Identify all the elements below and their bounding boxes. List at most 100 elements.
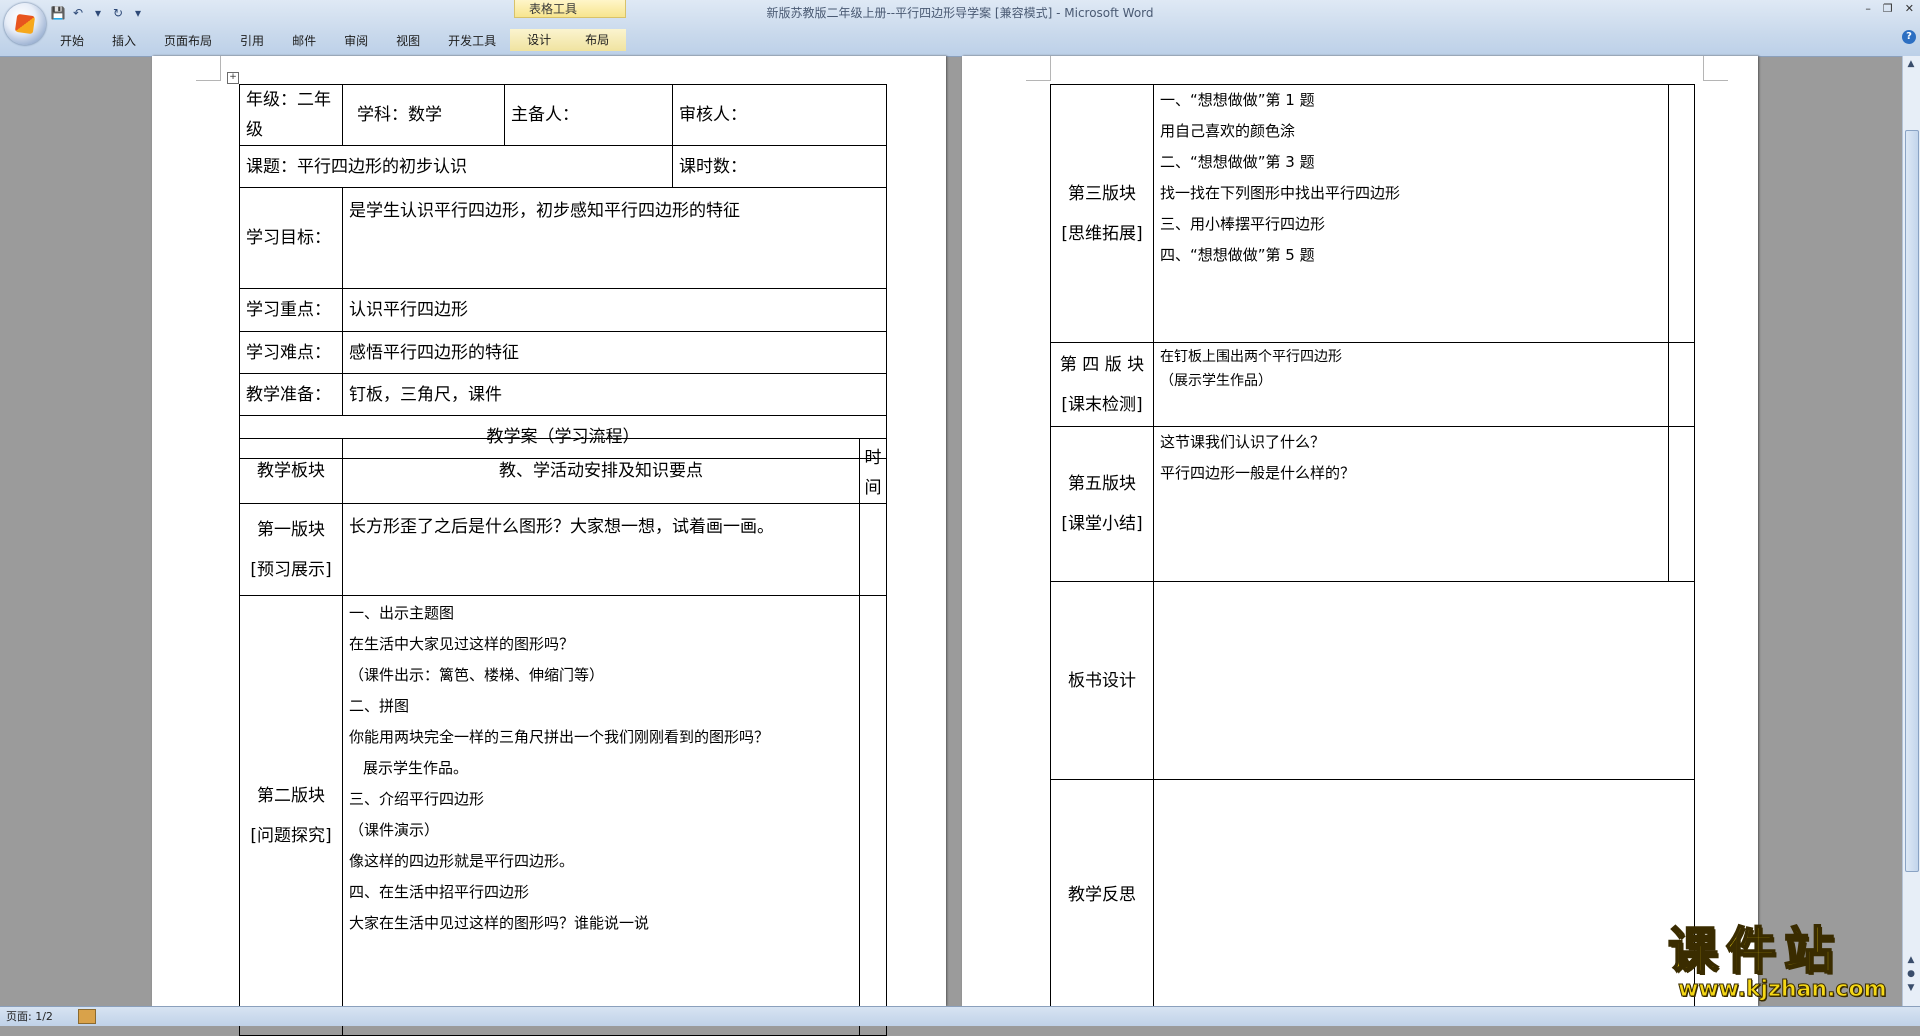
- board-design-content[interactable]: [1153, 581, 1695, 780]
- tab-page-layout[interactable]: 页面布局: [150, 32, 226, 49]
- goal-label: 学习目标：: [239, 187, 343, 289]
- block2-content[interactable]: 一、出示主题图 在生活中大家见过这样的图形吗？ （课件出示：篱笆、楼梯、伸缩门等…: [342, 595, 860, 1036]
- block1-time[interactable]: [859, 503, 887, 596]
- subject-cell[interactable]: 学科：数学: [342, 84, 505, 146]
- block3-content[interactable]: 一、“想想做做”第 1 题 用自己喜欢的颜色涂 二、“想想做做”第 3 题 找一…: [1153, 84, 1669, 343]
- block4-name: 第 四 版 块: [1059, 354, 1145, 375]
- watermark-brand: 课件站: [1667, 921, 1842, 980]
- block5-line: 这节课我们认识了什么？: [1160, 433, 1326, 451]
- reviewer-cell[interactable]: 审核人：: [672, 84, 887, 146]
- next-page-icon[interactable]: ▼: [1905, 982, 1917, 994]
- col-activities-header: 教、学活动安排及知识要点: [342, 438, 860, 504]
- grade-cell[interactable]: 年级：二年级: [239, 84, 343, 146]
- scrollbar-thumb[interactable]: [1905, 130, 1919, 872]
- watermark-url: www.kjzhan.com: [1678, 977, 1888, 1002]
- periods-cell[interactable]: 课时数：: [672, 145, 887, 188]
- scroll-up-icon[interactable]: ▲: [1905, 58, 1917, 70]
- block2-line: 你能用两块完全一样的三角尺拼出一个我们刚刚看到的图形吗？: [349, 728, 770, 746]
- tab-review[interactable]: 审阅: [330, 32, 382, 49]
- watermark-logo: 课件站 www.kjzhan.com: [1667, 921, 1898, 1004]
- block5-name-cell[interactable]: 第五版块 [课堂小结]: [1050, 426, 1154, 582]
- board-design-label: 板书设计: [1050, 581, 1154, 780]
- block3-line: 二、“想想做做”第 3 题: [1160, 153, 1315, 171]
- block3-name-cell[interactable]: 第三版块 [思维拓展]: [1050, 84, 1154, 343]
- margin-corner-mark: [1703, 56, 1728, 81]
- restore-icon[interactable]: ❐: [1883, 2, 1893, 15]
- block4-sub: [课末检测]: [1061, 394, 1143, 415]
- tab-insert[interactable]: 插入: [98, 32, 150, 49]
- block3-line: 用自己喜欢的颜色涂: [1160, 122, 1296, 140]
- lesson-plan-table-page2: 第三版块 [思维拓展] 一、“想想做做”第 1 题 用自己喜欢的颜色涂 二、“想…: [1050, 84, 1695, 1010]
- tab-home[interactable]: 开始: [46, 32, 98, 49]
- tab-references[interactable]: 引用: [226, 32, 278, 49]
- prep-label: 教学准备：: [239, 373, 343, 416]
- col-block-header: 教学板块: [239, 438, 343, 504]
- status-bar: 页面: 1/2: [0, 1006, 1920, 1026]
- ribbon-tabs: 开始 插入 页面布局 引用 邮件 审阅 视图 开发工具 设计 布局: [46, 28, 627, 52]
- block5-name: 第五版块: [1068, 474, 1136, 494]
- block5-sub: [课堂小结]: [1061, 514, 1143, 534]
- block2-line: 四、在生活中招平行四边形: [349, 883, 530, 901]
- block4-content[interactable]: 在钉板上围出两个平行四边形 （展示学生作品）: [1153, 342, 1669, 427]
- title-bar: 💾 ↶ ▾ ↻ ▾ 表格工具 新版苏教版二年级上册--平行四边形导学案 [兼容模…: [0, 0, 1920, 57]
- block1-name-cell[interactable]: 第一版块 [预习展示]: [239, 503, 343, 596]
- tab-mailings[interactable]: 邮件: [278, 32, 330, 49]
- page-indicator[interactable]: 页面: 1/2: [6, 1007, 53, 1026]
- block3-line: 一、“想想做做”第 1 题: [1160, 91, 1315, 109]
- block3-line: 四、“想想做做”第 5 题: [1160, 246, 1315, 264]
- minimize-icon[interactable]: –: [1865, 2, 1871, 15]
- block5-time[interactable]: [1668, 426, 1695, 582]
- browse-object-icon[interactable]: ●: [1905, 968, 1917, 980]
- reflection-content[interactable]: [1153, 779, 1695, 1010]
- previous-page-icon[interactable]: ▲: [1905, 954, 1917, 966]
- block3-sub: [思维拓展]: [1061, 223, 1143, 244]
- help-icon[interactable]: ?: [1902, 30, 1916, 44]
- tab-view[interactable]: 视图: [382, 32, 434, 49]
- block2-line: 大家在生活中见过这样的图形吗？谁能说一说: [349, 914, 650, 932]
- block1-sub: [预习展示]: [250, 559, 332, 580]
- block1-text[interactable]: 长方形歪了之后是什么图形？大家想一想，试着画一画。: [342, 503, 860, 596]
- block2-line: 在生活中大家见过这样的图形吗？: [349, 635, 575, 653]
- window-title: 新版苏教版二年级上册--平行四边形导学案 [兼容模式] - Microsoft …: [766, 6, 1154, 20]
- tab-developer[interactable]: 开发工具: [434, 32, 510, 49]
- block5-line: 平行四边形一般是什么样的？: [1160, 464, 1356, 482]
- block4-time[interactable]: [1668, 342, 1695, 427]
- block5-content[interactable]: 这节课我们认识了什么？ 平行四边形一般是什么样的？: [1153, 426, 1669, 582]
- block2-sub: [问题探究]: [250, 825, 332, 846]
- tab-table-layout[interactable]: 布局: [568, 29, 627, 51]
- block4-line: （展示学生作品）: [1160, 373, 1272, 389]
- key-point-label: 学习重点：: [239, 288, 343, 332]
- block2-line: 展示学生作品。: [363, 759, 469, 777]
- window-controls: – ❐ ✕: [1865, 2, 1914, 15]
- proofing-icon[interactable]: [78, 1009, 96, 1024]
- block2-time[interactable]: [859, 595, 887, 1036]
- flow-table-page1: 教学板块 教、学活动安排及知识要点 时间 第一版块 [预习展示] 长方形歪了之后…: [239, 438, 887, 1036]
- difficulty-text[interactable]: 感悟平行四边形的特征: [342, 331, 887, 374]
- difficulty-label: 学习难点：: [239, 331, 343, 374]
- vertical-scrollbar[interactable]: ▲ ▲ ● ▼: [1902, 56, 1920, 1006]
- tab-table-design[interactable]: 设计: [510, 29, 569, 51]
- block2-line: （课件出示：篱笆、楼梯、伸缩门等）: [349, 666, 605, 684]
- block4-name-cell[interactable]: 第 四 版 块 [课末检测]: [1050, 342, 1154, 427]
- reflection-label: 教学反思: [1050, 779, 1154, 1010]
- block3-line: 找一找在下列图形中找出平行四边形: [1160, 184, 1401, 202]
- block2-line: （课件演示）: [349, 821, 440, 839]
- block4-line: 在钉板上围出两个平行四边形: [1160, 349, 1342, 365]
- margin-corner-mark: [196, 56, 221, 81]
- block3-name: 第三版块: [1068, 183, 1136, 204]
- col-time-header: 时间: [859, 438, 887, 504]
- prep-text[interactable]: 钉板，三角尺，课件: [342, 373, 887, 416]
- block3-time[interactable]: [1668, 84, 1695, 343]
- topic-cell[interactable]: 课题：平行四边形的初步认识: [239, 145, 673, 188]
- goal-text[interactable]: 是学生认识平行四边形，初步感知平行四边形的特征: [342, 187, 887, 289]
- key-point-text[interactable]: 认识平行四边形: [342, 288, 887, 332]
- table-move-handle-icon[interactable]: +: [227, 72, 239, 84]
- margin-corner-mark: [1026, 56, 1051, 81]
- close-icon[interactable]: ✕: [1905, 2, 1914, 15]
- block3-line: 三、用小棒摆平行四边形: [1160, 215, 1326, 233]
- block2-line: 像这样的四边形就是平行四边形。: [349, 852, 575, 870]
- preparer-cell[interactable]: 主备人：: [504, 84, 673, 146]
- block2-name: 第二版块: [257, 785, 325, 806]
- block2-line: 一、出示主题图: [349, 604, 455, 622]
- block2-name-cell[interactable]: 第二版块 [问题探究]: [239, 595, 343, 1036]
